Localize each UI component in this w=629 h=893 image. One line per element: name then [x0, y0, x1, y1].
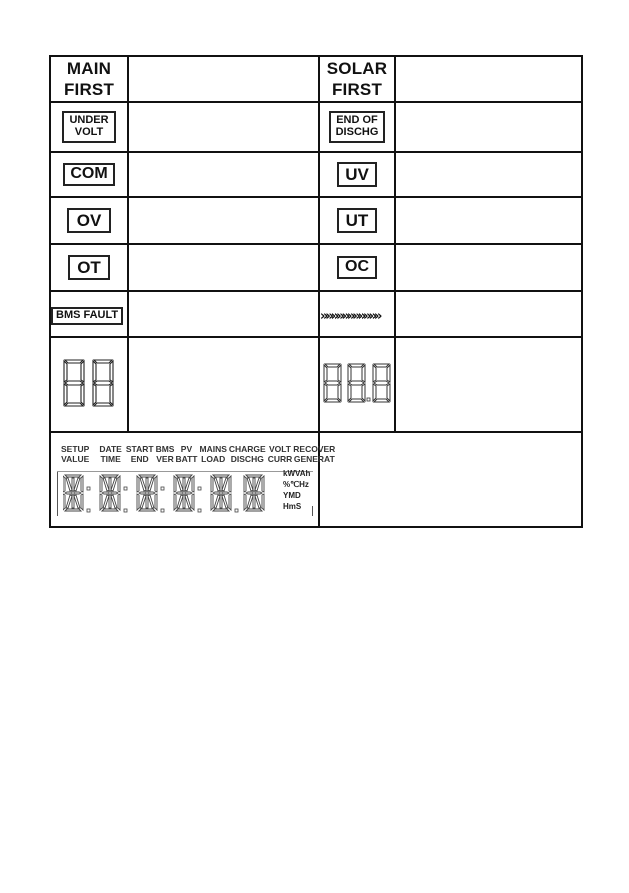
- seven-segment-88-icon: [63, 358, 114, 407]
- description-cell: [394, 336, 583, 433]
- lcd-digit: [136, 474, 158, 511]
- description-cell: [127, 196, 320, 245]
- icon-label: COM: [63, 163, 115, 186]
- two-digit-segment-icon: [49, 336, 129, 433]
- table-row: BMS FAULT »»»»»»»»»»»: [49, 290, 583, 338]
- unit-label-percent-celsius-hz: %℃Hz: [283, 479, 309, 489]
- icon-label: OT: [68, 254, 110, 281]
- bms-fault-icon: BMS FAULT: [49, 290, 129, 338]
- icon-label: OC: [337, 256, 377, 279]
- description-cell: [127, 151, 320, 198]
- decimal-dot: [123, 508, 128, 512]
- unit-label-kwvah: kWVAh: [283, 468, 311, 478]
- ot-icon: OT: [49, 243, 129, 292]
- table-row: SETUP VALUE DATE TIME START END BMS VER PV BATT MA…: [49, 431, 583, 528]
- fourteen-segment-digits: [63, 474, 265, 512]
- end-of-discharge-icon: END OF DISCHG: [318, 101, 396, 153]
- lcd-label-start: START END: [125, 443, 154, 464]
- description-cell: [394, 290, 583, 338]
- decimal-dot: [234, 508, 239, 512]
- lcd-label-volt: VOLT CURR: [267, 443, 293, 464]
- icon-label-line: SOLAR: [326, 59, 388, 78]
- unit-label-hms: HmS: [283, 501, 302, 511]
- description-cell: [127, 336, 320, 433]
- uv-icon: UV: [318, 151, 396, 198]
- solar-first-icon: SOLAR FIRST: [318, 55, 396, 103]
- icon-label: OV: [66, 207, 112, 234]
- icon-label-line: VOLT: [74, 126, 104, 138]
- icon-label: BMS FAULT: [51, 307, 124, 325]
- description-cell: [127, 101, 320, 153]
- description-cell: [394, 55, 583, 103]
- lcd-digit: [63, 474, 84, 511]
- unit-label-ymd: YMD: [283, 490, 301, 500]
- table-row: UNDER VOLT END OF DISCHG: [49, 101, 583, 153]
- description-cell: [394, 196, 583, 245]
- lcd-label-setup: SETUP VALUE: [61, 443, 90, 464]
- decimal-dot: [160, 508, 165, 512]
- full-lcd-display-icon: SETUP VALUE DATE TIME START END BMS VER PV BATT MA…: [49, 431, 335, 528]
- lcd-label-date: DATE TIME: [99, 443, 122, 464]
- description-cell: [394, 101, 583, 153]
- decimal-dot: [86, 508, 91, 512]
- description-cell: [394, 243, 583, 292]
- oc-icon: OC: [318, 243, 396, 292]
- lcd-digit: [99, 474, 121, 511]
- description-cell: [394, 151, 583, 198]
- lcd-label-charge: CHARGE DISCHG: [228, 443, 266, 464]
- colon-dot-top: [160, 486, 165, 490]
- colon-dot-top: [197, 486, 202, 490]
- lcd-panel: SETUP VALUE DATE TIME START END BMS VER PV BATT MA…: [55, 436, 335, 524]
- icon-label: UT: [336, 207, 378, 234]
- lcd-icon-table: MAIN FIRST SOLAR FIRST UNDER VOLT END OF DIS…: [49, 55, 583, 528]
- icon-label-line: MAIN: [66, 59, 112, 78]
- lcd-digit: [243, 474, 265, 511]
- charge-progress-chevrons-icon: »»»»»»»»»»»: [318, 290, 396, 338]
- lcd-mode-labels: SETUP VALUE DATE TIME START END BMS VER PV BATT MA…: [61, 444, 335, 464]
- icon-label: UV: [337, 161, 377, 188]
- description-cell: [127, 290, 320, 338]
- table-row: OV UT: [49, 196, 583, 245]
- icon-label-line: FIRST: [63, 80, 115, 99]
- ut-icon: UT: [318, 196, 396, 245]
- description-cell: [127, 55, 320, 103]
- colon-dot-top: [86, 486, 91, 490]
- com-icon: COM: [49, 151, 129, 198]
- lcd-digit: [173, 474, 195, 511]
- decimal-dot: [197, 508, 202, 512]
- lcd-digit: [210, 474, 232, 511]
- ov-icon: OV: [49, 196, 129, 245]
- lcd-unit-labels: kWVAh %℃Hz YMD HmS: [283, 468, 310, 512]
- table-row: MAIN FIRST SOLAR FIRST: [49, 55, 583, 103]
- document-page: MAIN FIRST SOLAR FIRST UNDER VOLT END OF DIS…: [0, 0, 629, 893]
- description-cell: [318, 431, 583, 528]
- main-first-icon: MAIN FIRST: [49, 55, 129, 103]
- lcd-label-bms: BMS VER: [155, 443, 175, 464]
- description-cell: [127, 243, 320, 292]
- colon-dot-top: [123, 486, 128, 490]
- under-volt-icon: UNDER VOLT: [49, 101, 129, 153]
- table-row: OT OC: [49, 243, 583, 292]
- icon-label-line: DISCHG: [335, 126, 379, 138]
- table-row: [49, 336, 583, 433]
- seven-segment-888-icon: [323, 363, 391, 402]
- lcd-label-recover: RECOVER GENERAT: [293, 443, 336, 464]
- lcd-label-mains: MAINS LOAD: [199, 443, 227, 464]
- chevron-bar: »»»»»»»»»»»: [320, 308, 382, 324]
- icon-label-line: FIRST: [331, 80, 383, 99]
- lcd-label-pv: PV BATT: [175, 443, 198, 464]
- three-digit-segment-icon: [318, 336, 396, 433]
- table-row: COM UV: [49, 151, 583, 198]
